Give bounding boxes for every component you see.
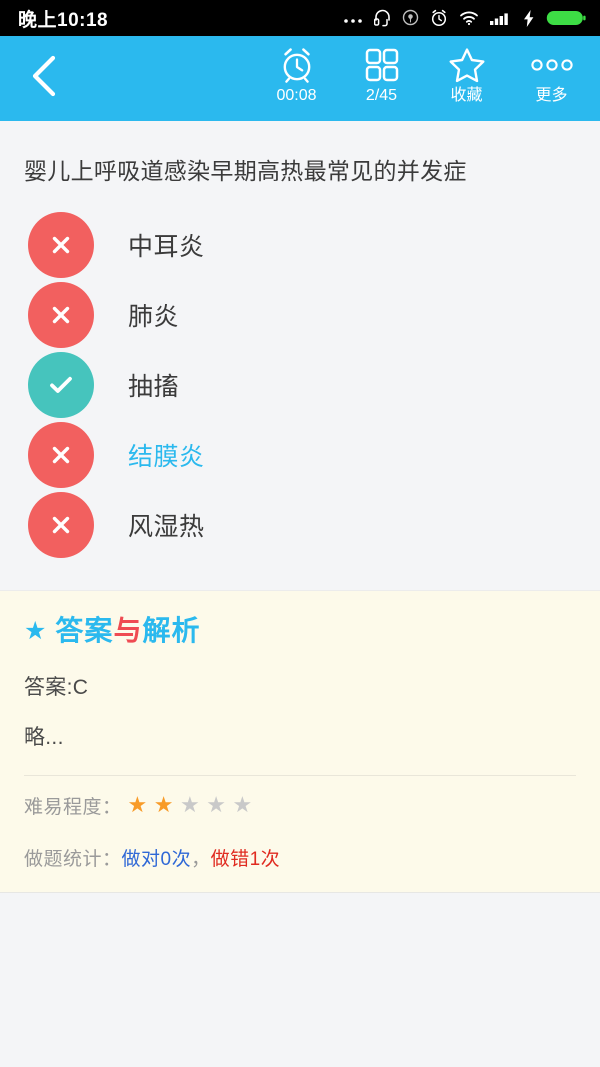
- correct-answer-text: 答案:C: [24, 671, 576, 701]
- headset-icon: [374, 9, 391, 27]
- analysis-text: 略...: [24, 721, 576, 751]
- star-icon: ★: [24, 619, 46, 644]
- answer-section-heading: ★ 答案与解析: [24, 617, 576, 645]
- answer-title-part1: 答案: [55, 614, 113, 647]
- star-filled-icon: ★: [154, 794, 174, 816]
- star-empty-icon: ★: [180, 794, 200, 816]
- question-text: 婴儿上呼吸道感染早期高热最常见的并发症: [24, 155, 576, 188]
- option-row[interactable]: 抽搐: [0, 350, 600, 420]
- difficulty-label: 难易程度：: [24, 792, 122, 819]
- star-outline-icon: [448, 45, 486, 85]
- option-row[interactable]: 风湿热: [0, 490, 600, 560]
- signal-icon: [490, 10, 512, 26]
- answer-title-part2: 与: [113, 614, 142, 647]
- correct-count: 做对0次: [122, 844, 192, 871]
- answer-analysis-section: ★ 答案与解析 答案:C 略... 难易程度： ★ ★ ★ ★ ★ 做题统计： …: [0, 590, 600, 893]
- star-empty-icon: ★: [232, 794, 252, 816]
- back-button[interactable]: [0, 36, 88, 121]
- cross-icon: [28, 282, 94, 348]
- options-list: 中耳炎 肺炎 抽搐 结膜炎 风湿热: [0, 198, 600, 590]
- status-icon-tray: [343, 9, 586, 27]
- status-time: 晚上10:18: [18, 5, 108, 32]
- chevron-left-icon: [27, 53, 61, 104]
- app-header: 00:08 2/45 收藏 更多: [0, 36, 600, 121]
- more-label: 更多: [535, 88, 567, 104]
- wrong-count: 做错1次: [211, 844, 281, 871]
- more-dots-icon: [343, 10, 363, 26]
- location-icon: [402, 9, 419, 27]
- page-bottom-spacer: [0, 893, 600, 1053]
- difficulty-stars: ★ ★ ★ ★ ★: [128, 794, 253, 816]
- timer-button[interactable]: 00:08: [254, 36, 339, 121]
- status-bar: 晚上10:18: [0, 0, 600, 36]
- favorite-label: 收藏: [450, 88, 482, 104]
- statistics-label: 做题统计：: [24, 844, 122, 871]
- option-label: 风湿热: [128, 507, 205, 543]
- option-label: 肺炎: [128, 297, 179, 333]
- favorite-button[interactable]: 收藏: [424, 36, 509, 121]
- check-icon: [28, 352, 94, 418]
- option-row[interactable]: 结膜炎: [0, 420, 600, 490]
- answer-section-title: 答案与解析: [55, 617, 200, 645]
- cross-icon: [28, 492, 94, 558]
- alarm-icon: [430, 9, 448, 27]
- cross-icon: [28, 422, 94, 488]
- option-label-selected: 结膜炎: [128, 437, 205, 473]
- question-index-label: 2/45: [366, 88, 397, 104]
- option-row[interactable]: 中耳炎: [0, 210, 600, 280]
- cross-icon: [28, 212, 94, 278]
- answer-title-part3: 解析: [142, 614, 200, 647]
- grid-icon: [364, 45, 400, 85]
- option-label: 抽搐: [128, 367, 179, 403]
- wifi-icon: [459, 10, 479, 26]
- option-row[interactable]: 肺炎: [0, 280, 600, 350]
- question-container: 婴儿上呼吸道感染早期高热最常见的并发症: [0, 121, 600, 198]
- difficulty-row: 难易程度： ★ ★ ★ ★ ★: [24, 776, 576, 834]
- star-empty-icon: ★: [206, 794, 226, 816]
- battery-icon: [546, 9, 586, 27]
- more-button[interactable]: 更多: [509, 36, 594, 121]
- option-label: 中耳炎: [128, 227, 205, 263]
- statistics-separator: ，: [191, 844, 211, 871]
- question-index-button[interactable]: 2/45: [339, 36, 424, 121]
- charging-bolt-icon: [523, 10, 535, 27]
- header-actions: 00:08 2/45 收藏 更多: [254, 36, 594, 121]
- alarm-clock-icon: [278, 45, 316, 85]
- statistics-row: 做题统计： 做对0次 ， 做错1次: [24, 834, 576, 892]
- star-filled-icon: ★: [128, 794, 148, 816]
- more-dots-icon: [531, 45, 573, 85]
- quiz-screen: 晚上10:18: [0, 0, 600, 1067]
- timer-label: 00:08: [276, 88, 316, 104]
